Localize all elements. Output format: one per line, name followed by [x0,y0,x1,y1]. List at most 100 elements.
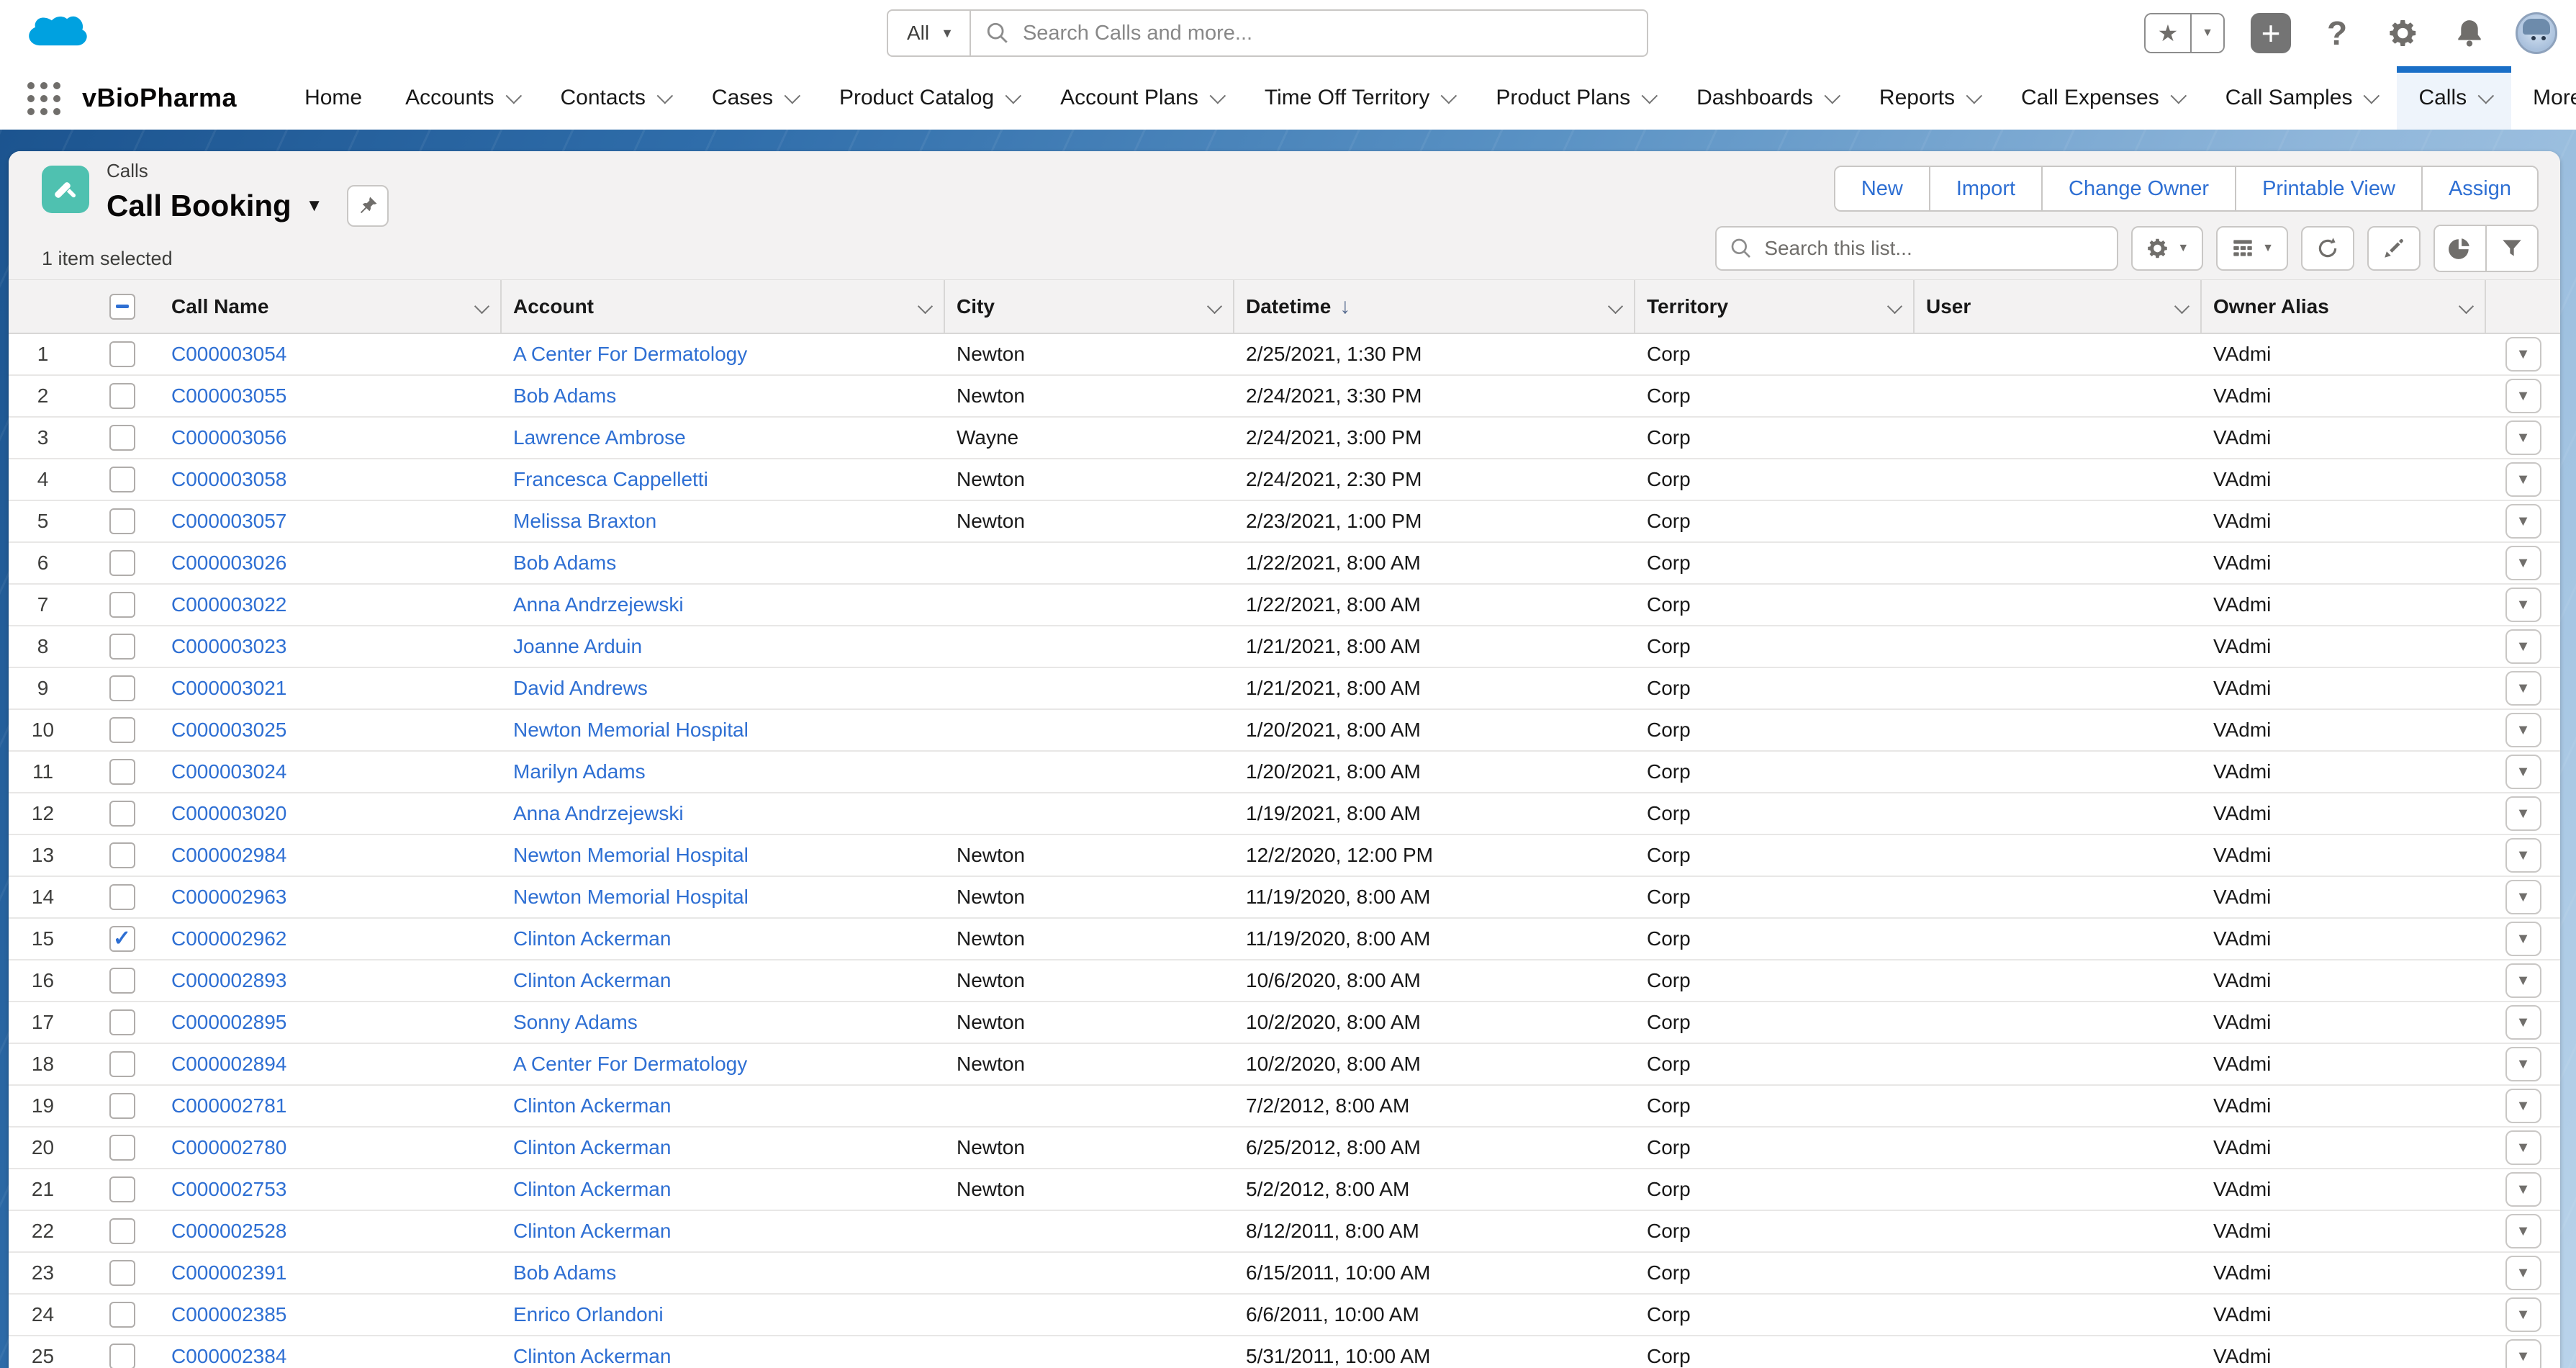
row-actions-button[interactable]: ▼ [2505,337,2541,372]
favorites-dropdown-icon[interactable]: ▼ [2190,14,2223,52]
account-link[interactable]: Joanne Arduin [513,635,642,657]
call-name-link[interactable]: C000003024 [171,760,286,783]
row-checkbox[interactable] [109,383,135,409]
edit-pencil-button[interactable] [2367,226,2421,271]
account-link[interactable]: Enrico Orlandoni [513,1303,664,1326]
call-name-link[interactable]: C000002963 [171,886,286,908]
assign-button[interactable]: Assign [2421,167,2537,210]
row-checkbox[interactable] [109,1093,135,1119]
search-scope-selector[interactable]: All ▼ [888,11,971,55]
row-checkbox[interactable] [109,550,135,576]
row-actions-button[interactable]: ▼ [2505,755,2541,789]
row-checkbox[interactable] [109,508,135,534]
tab-more[interactable]: More▼ [2511,66,2576,130]
call-name-link[interactable]: C000003025 [171,719,286,741]
account-link[interactable]: Marilyn Adams [513,760,646,783]
row-actions-button[interactable]: ▼ [2505,713,2541,747]
row-actions-button[interactable]: ▼ [2505,1297,2541,1332]
chevron-down-icon[interactable] [474,299,489,314]
setup-gear-icon[interactable] [2383,13,2423,53]
account-link[interactable]: Clinton Ackerman [513,927,671,950]
column-header-territory[interactable]: Territory [1635,280,1915,333]
call-name-link[interactable]: C000002781 [171,1094,286,1117]
row-checkbox[interactable] [109,1344,135,1368]
tab-account-plans[interactable]: Account Plans [1039,66,1243,130]
account-link[interactable]: Bob Adams [513,552,616,574]
account-link[interactable]: Clinton Ackerman [513,1220,671,1242]
row-actions-button[interactable]: ▼ [2505,963,2541,998]
account-link[interactable]: A Center For Dermatology [513,1053,747,1075]
account-link[interactable]: Francesca Cappelletti [513,468,708,490]
call-name-link[interactable]: C000003022 [171,593,286,616]
global-search-input[interactable] [1023,22,1632,45]
call-name-link[interactable]: C000002384 [171,1345,286,1367]
row-actions-button[interactable]: ▼ [2505,379,2541,413]
tab-call-samples[interactable]: Call Samples [2204,66,2398,130]
row-actions-button[interactable]: ▼ [2505,922,2541,956]
row-checkbox[interactable] [109,717,135,743]
row-checkbox[interactable] [109,801,135,827]
tab-call-expenses[interactable]: Call Expenses [1999,66,2204,130]
row-checkbox[interactable] [109,341,135,367]
list-view-controls-button[interactable]: ▼ [2131,226,2203,271]
column-header-owner-alias[interactable]: Owner Alias [2202,280,2486,333]
charts-button[interactable] [2435,226,2485,271]
pin-list-view-button[interactable] [347,185,389,227]
chevron-down-icon[interactable] [1608,299,1623,314]
row-actions-button[interactable]: ▼ [2505,796,2541,831]
tab-time-off-territory[interactable]: Time Off Territory [1243,66,1474,130]
call-name-link[interactable]: C000002895 [171,1011,286,1033]
row-checkbox[interactable] [109,1176,135,1202]
column-header-account[interactable]: Account [502,280,945,333]
import-button[interactable]: Import [1929,167,2041,210]
row-actions-button[interactable]: ▼ [2505,629,2541,664]
account-link[interactable]: Newton Memorial Hospital [513,719,749,741]
global-add-button[interactable]: + [2251,13,2291,53]
column-header-call-name[interactable]: Call Name [160,280,502,333]
call-name-link[interactable]: C000002962 [171,927,286,950]
call-name-link[interactable]: C000003054 [171,343,286,365]
printable-view-button[interactable]: Printable View [2235,167,2421,210]
account-link[interactable]: Bob Adams [513,1261,616,1284]
call-name-link[interactable]: C000003055 [171,384,286,407]
row-checkbox[interactable] [109,425,135,451]
account-link[interactable]: Bob Adams [513,384,616,407]
row-actions-button[interactable]: ▼ [2505,1089,2541,1123]
column-header-user[interactable]: User [1915,280,2202,333]
column-header-city[interactable]: City [945,280,1234,333]
row-actions-button[interactable]: ▼ [2505,880,2541,914]
tab-product-plans[interactable]: Product Plans [1474,66,1675,130]
row-actions-button[interactable]: ▼ [2505,1047,2541,1081]
call-name-link[interactable]: C000002528 [171,1220,286,1242]
chevron-down-icon[interactable] [1207,299,1222,314]
chevron-down-icon[interactable] [1887,299,1902,314]
account-link[interactable]: Clinton Ackerman [513,1345,671,1367]
call-name-link[interactable]: C000003058 [171,468,286,490]
row-checkbox[interactable] [109,968,135,994]
row-actions-button[interactable]: ▼ [2505,1130,2541,1165]
account-link[interactable]: Clinton Ackerman [513,1094,671,1117]
filter-button[interactable] [2485,226,2537,271]
row-checkbox[interactable] [109,1218,135,1244]
row-actions-button[interactable]: ▼ [2505,504,2541,539]
tab-calls[interactable]: Calls [2397,66,2511,130]
call-name-link[interactable]: C000002385 [171,1303,286,1326]
call-name-link[interactable]: C000002893 [171,969,286,991]
row-actions-button[interactable]: ▼ [2505,420,2541,455]
app-launcher-icon[interactable] [24,79,62,117]
tab-accounts[interactable]: Accounts [384,66,538,130]
account-link[interactable]: David Andrews [513,677,648,699]
chevron-down-icon[interactable] [918,299,933,314]
call-name-link[interactable]: C000003057 [171,510,286,532]
row-actions-button[interactable]: ▼ [2505,838,2541,873]
row-checkbox[interactable] [109,1260,135,1286]
account-link[interactable]: Anna Andrzejewski [513,593,684,616]
list-view-dropdown-icon[interactable]: ▼ [306,196,323,216]
row-checkbox[interactable] [109,1051,135,1077]
row-actions-button[interactable]: ▼ [2505,1214,2541,1248]
display-as-button[interactable]: ▼ [2216,226,2288,271]
row-checkbox[interactable] [109,1009,135,1035]
select-all-checkbox[interactable] [109,294,135,320]
call-name-link[interactable]: C000003023 [171,635,286,657]
tab-reports[interactable]: Reports [1858,66,1999,130]
